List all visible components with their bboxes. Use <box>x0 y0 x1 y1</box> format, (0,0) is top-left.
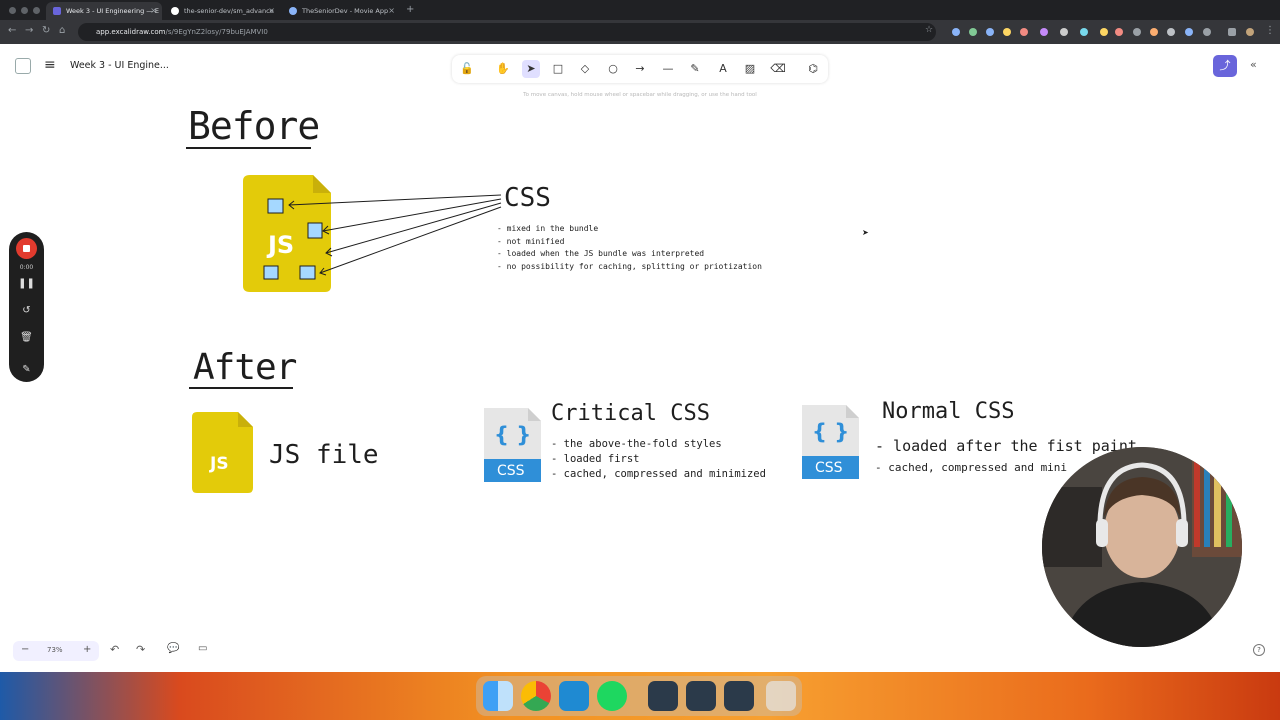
window-thumbnail-icon[interactable] <box>686 681 716 711</box>
zoom-out-icon[interactable]: − <box>21 644 29 655</box>
css-braces-icon: { } <box>812 420 850 444</box>
css-square[interactable] <box>299 265 316 280</box>
css-square[interactable] <box>263 265 279 280</box>
zoom-controls: − 73% + <box>13 641 99 661</box>
window-thumbnail-icon[interactable] <box>648 681 678 711</box>
presenter-video <box>1042 447 1242 647</box>
css-heading[interactable]: CSS <box>504 183 551 213</box>
js-file-icon[interactable] <box>192 412 253 493</box>
after-underline <box>189 387 293 389</box>
css-square[interactable] <box>307 222 323 239</box>
mouse-cursor-icon: ➤ <box>862 228 869 237</box>
undo-icon[interactable]: ↶ <box>110 643 119 656</box>
css-square[interactable] <box>267 198 284 214</box>
spotify-icon[interactable] <box>597 681 627 711</box>
css-braces-icon: { } <box>494 423 532 447</box>
chrome-icon[interactable] <box>521 681 551 711</box>
before-title[interactable]: Before <box>188 104 320 148</box>
macos-dock <box>476 676 802 716</box>
js-badge-large: JS <box>268 231 295 259</box>
critical-css-title[interactable]: Critical CSS <box>551 401 710 426</box>
zoom-level[interactable]: 73% <box>47 646 63 654</box>
presentation-icon[interactable]: ▭ <box>198 643 207 654</box>
after-title[interactable]: After <box>193 347 297 388</box>
webcam-overlay <box>1042 447 1242 647</box>
critical-css-bullet-list[interactable]: - the above-the-fold styles - loaded fir… <box>551 437 766 482</box>
trash-bin-icon[interactable] <box>766 681 796 711</box>
vscode-icon[interactable] <box>559 681 589 711</box>
redo-icon[interactable]: ↷ <box>136 643 145 656</box>
finder-icon[interactable] <box>483 681 513 711</box>
comment-icon[interactable]: 💬 <box>167 643 179 654</box>
normal-css-title[interactable]: Normal CSS <box>882 399 1014 424</box>
before-bullet-list[interactable]: - mixed in the bundle - not minified - l… <box>497 223 762 273</box>
css-badge: CSS <box>497 463 525 479</box>
screen: Week 3 - UI Engineering — E × the-senior… <box>0 0 1280 720</box>
js-badge: JS <box>210 454 229 474</box>
css-badge: CSS <box>815 460 843 476</box>
zoom-in-icon[interactable]: + <box>83 644 91 655</box>
help-icon[interactable]: ? <box>1253 644 1265 656</box>
js-file-label[interactable]: JS file <box>269 440 379 470</box>
before-underline <box>186 147 311 149</box>
window-thumbnail-icon[interactable] <box>724 681 754 711</box>
